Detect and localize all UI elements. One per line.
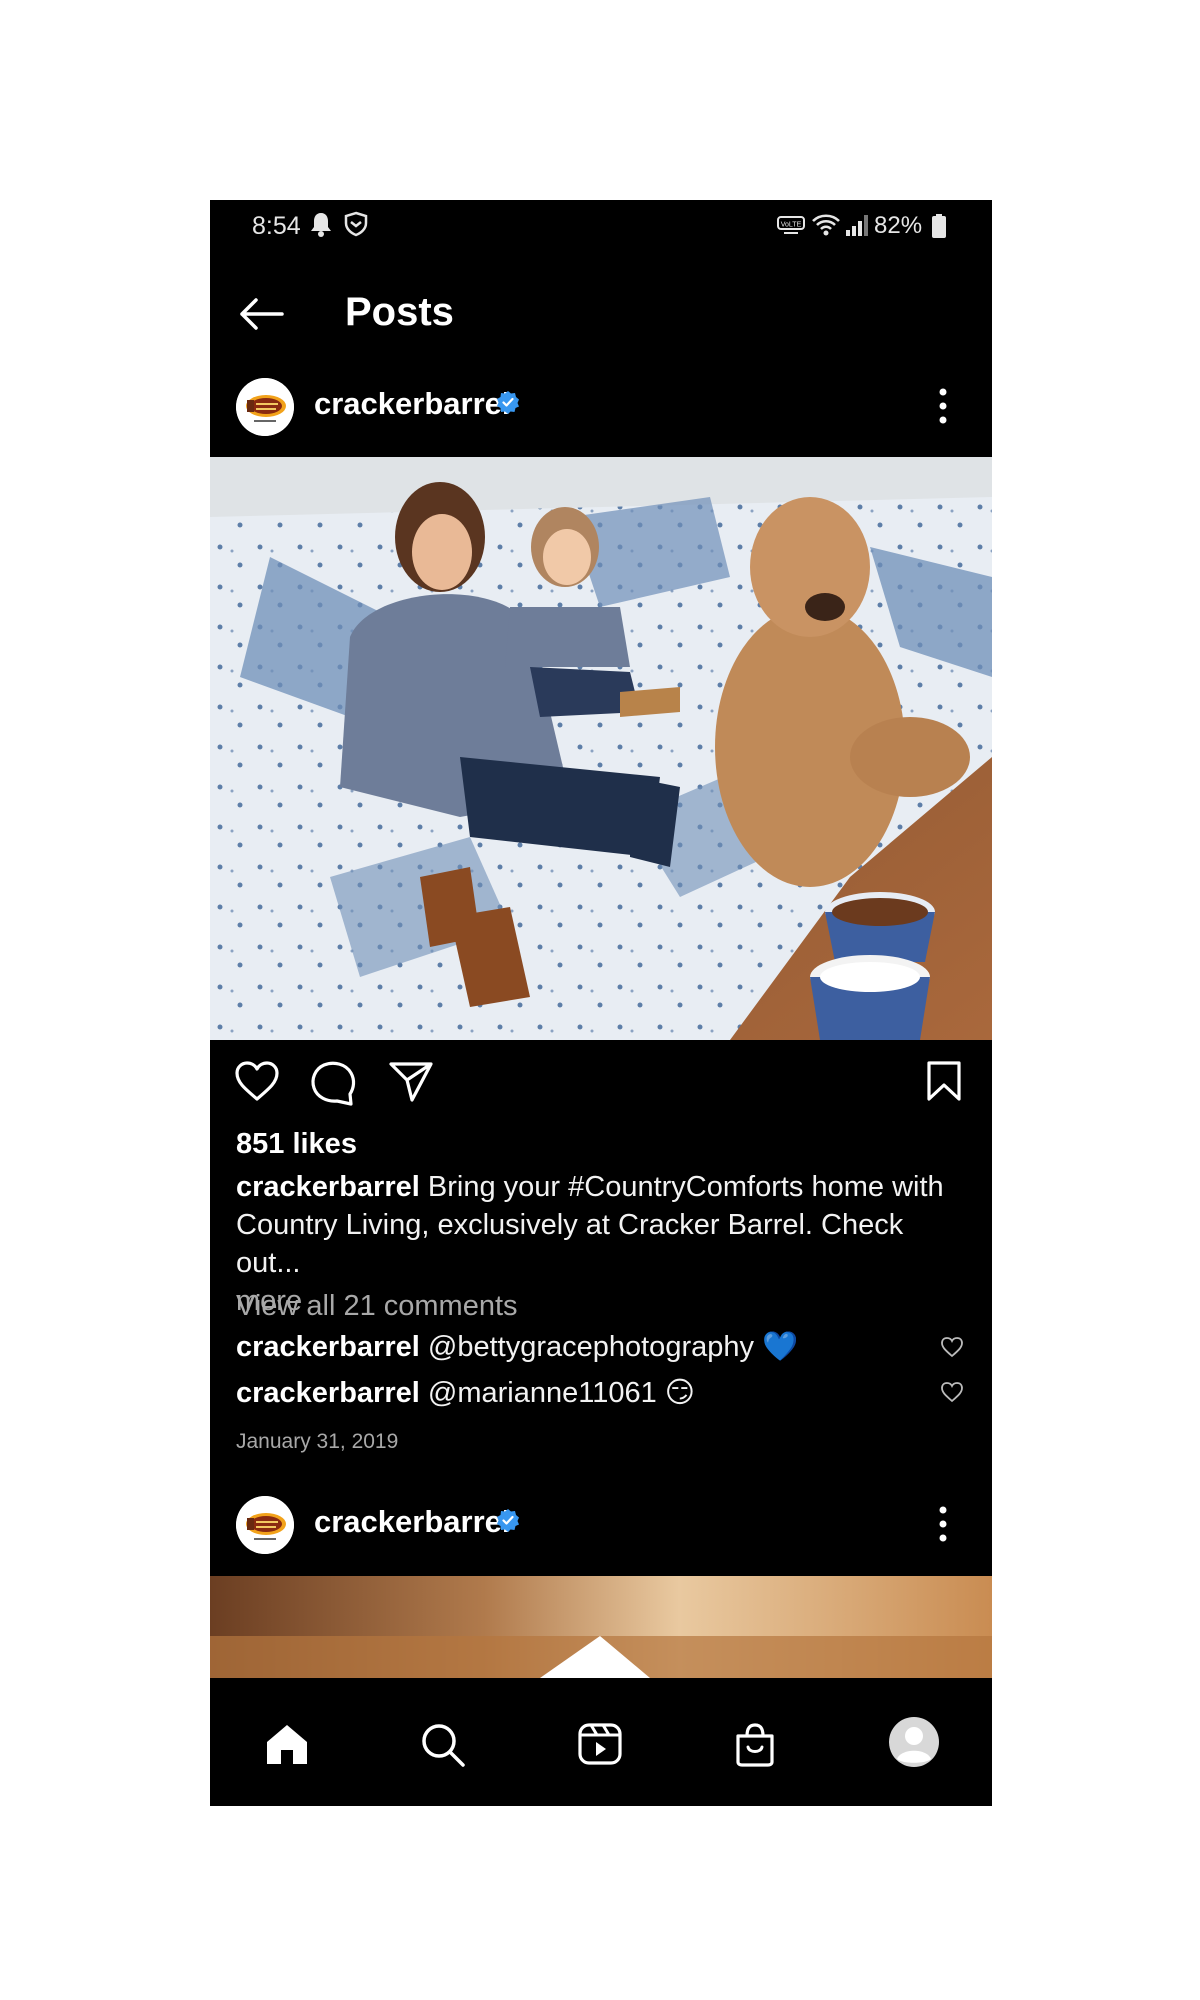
signal-icon [846, 215, 868, 236]
top-bar: Posts [210, 280, 992, 350]
volte-icon: VoLTE [777, 216, 805, 234]
bottom-nav [210, 1678, 992, 1806]
post-username[interactable]: crackerbarrel [314, 1504, 511, 1540]
smirk-emoji: 😏 [664, 1377, 696, 1409]
post-header: crackerbarrel [210, 370, 992, 450]
comment-like-heart-icon[interactable] [940, 1381, 964, 1403]
verified-badge-icon [497, 391, 519, 414]
status-time: 8:54 [252, 212, 301, 240]
profile-icon[interactable] [888, 1716, 940, 1768]
share-send-icon[interactable] [388, 1060, 434, 1102]
wifi-icon [812, 214, 840, 236]
cracker-barrel-logo [236, 1496, 294, 1554]
post-username[interactable]: crackerbarrel [314, 386, 511, 422]
comment-item: crackerbarrel @bettygracephotography 💙 [236, 1330, 798, 1364]
post-photo [210, 457, 992, 1040]
bell-icon [311, 213, 331, 237]
svg-text:VoLTE: VoLTE [781, 222, 802, 229]
comment-username[interactable]: crackerbarrel [236, 1377, 420, 1409]
phone-screen: 8:54 VoLTE 82% Posts crackerbarrel 851 l… [210, 200, 992, 1806]
reels-icon[interactable] [577, 1722, 623, 1766]
caption-username[interactable]: crackerbarrel [236, 1171, 420, 1203]
avatar[interactable] [236, 378, 294, 436]
like-count[interactable]: 851 likes [236, 1128, 357, 1161]
post-date: January 31, 2019 [236, 1430, 399, 1453]
shop-icon[interactable] [734, 1722, 776, 1768]
battery-percent: 82% [874, 212, 923, 239]
comment-icon[interactable] [310, 1060, 356, 1106]
shield-icon [344, 211, 368, 237]
bookmark-icon[interactable] [926, 1060, 962, 1102]
status-bar: 8:54 VoLTE 82% [210, 200, 992, 252]
more-options-icon[interactable] [936, 1502, 950, 1546]
post-image[interactable] [210, 457, 992, 1040]
post-actions [210, 1060, 992, 1120]
home-icon[interactable] [264, 1722, 310, 1766]
like-heart-icon[interactable] [234, 1060, 280, 1102]
view-all-comments-link[interactable]: View all 21 comments [236, 1290, 518, 1323]
comment-text[interactable]: @marianne11061 [428, 1377, 657, 1409]
battery-icon [932, 214, 946, 238]
next-post-photo [210, 1576, 992, 1678]
next-post-header: crackerbarrel [210, 1488, 992, 1568]
next-post-image[interactable] [210, 1576, 992, 1678]
comment-text[interactable]: @bettygracephotography [428, 1331, 754, 1363]
search-icon[interactable] [420, 1722, 466, 1768]
page-title: Posts [345, 290, 454, 334]
cracker-barrel-logo [236, 378, 294, 436]
comment-item: crackerbarrel @marianne11061 😏 [236, 1375, 695, 1410]
comment-username[interactable]: crackerbarrel [236, 1331, 420, 1363]
avatar[interactable] [236, 1496, 294, 1554]
verified-badge-icon [497, 1509, 519, 1532]
back-arrow-icon[interactable] [238, 294, 284, 334]
comment-like-heart-icon[interactable] [940, 1336, 964, 1358]
more-options-icon[interactable] [936, 384, 950, 428]
blue-heart-emoji: 💙 [762, 1331, 799, 1363]
